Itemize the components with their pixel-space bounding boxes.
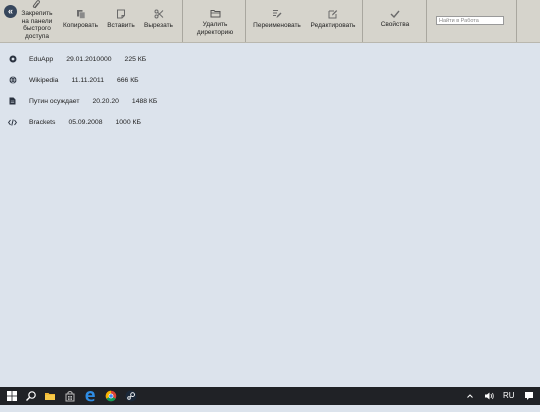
paste-button[interactable]: Вставить [103, 0, 139, 42]
file-size: 1000 КБ [115, 118, 141, 126]
windows-start-icon[interactable] [6, 390, 18, 402]
file-date: 05.09.2008 [68, 118, 103, 126]
copy-label: Копировать [63, 22, 98, 29]
file-size: 1488 КБ [131, 97, 158, 105]
file-row-eduapp[interactable]: EduApp 29.01.2010000 225 КБ [8, 52, 146, 66]
edit-button[interactable]: Редактировать [307, 0, 359, 42]
search-icon[interactable] [25, 390, 37, 402]
folder-icon [210, 10, 220, 18]
double-chevron-left-icon: « [7, 6, 13, 16]
store-icon[interactable] [64, 390, 76, 402]
rename-label: Переименовать [253, 22, 301, 29]
chevron-up-icon [467, 394, 473, 398]
toolbar-separator [426, 0, 427, 42]
steam-icon[interactable] [125, 390, 137, 402]
file-name: EduApp [29, 55, 54, 63]
search-input[interactable] [436, 16, 504, 25]
scissors-icon [154, 9, 163, 19]
speaker-icon [485, 392, 494, 400]
document-icon [8, 97, 17, 106]
rename-icon [273, 10, 282, 18]
file-date: 20.20.20 [92, 97, 119, 105]
paste-label: Вставить [107, 22, 135, 29]
properties-button[interactable]: Свойства [370, 0, 420, 42]
back-button[interactable]: « [4, 5, 17, 18]
properties-label: Свойства [380, 21, 410, 28]
app-circle-icon [8, 55, 17, 64]
paperclip-icon [32, 0, 40, 9]
globe-icon [8, 76, 17, 85]
cut-button[interactable]: Вырезать [140, 0, 177, 42]
file-size: 225 КБ [124, 55, 147, 63]
file-explorer-icon[interactable] [44, 390, 56, 402]
language-indicator[interactable]: RU [503, 387, 515, 405]
cut-label: Вырезать [144, 22, 173, 29]
toolbar-separator [362, 0, 363, 42]
copy-button[interactable]: Копировать [59, 0, 102, 42]
code-icon [8, 118, 17, 127]
toolbar: « Закрепить на панели быстрого доступа К… [0, 0, 540, 43]
rename-button[interactable]: Переименовать [250, 0, 304, 42]
file-date: 29.01.2010000 [66, 55, 112, 63]
show-hidden-icons-button[interactable] [466, 387, 474, 405]
edit-icon [328, 10, 338, 19]
edge-browser-icon[interactable] [84, 390, 96, 402]
pin-label: Закрепить на панели быстрого доступа [21, 10, 53, 40]
copy-icon [76, 10, 85, 19]
file-name: Путин осуждает [29, 97, 80, 105]
checkmark-icon [390, 10, 400, 18]
volume-button[interactable] [484, 387, 495, 405]
toolbar-separator [245, 0, 246, 42]
notification-icon [525, 392, 533, 400]
file-size: 666 КБ [116, 76, 139, 84]
file-name: Wikipedia [29, 76, 59, 84]
toolbar-separator [516, 0, 517, 42]
chrome-browser-icon[interactable] [105, 390, 117, 402]
pin-quick-access-button[interactable]: Закрепить на панели быстрого доступа [17, 0, 57, 42]
edit-label: Редактировать [310, 22, 356, 29]
delete-directory-label: Удалить директорию [196, 21, 234, 36]
delete-directory-button[interactable]: Удалить директорию [190, 0, 240, 42]
paste-icon [117, 9, 125, 19]
toolbar-separator [182, 0, 183, 42]
taskbar: RU [0, 387, 540, 405]
file-row-wikipedia[interactable]: Wikipedia 11.11.2011 666 КБ [8, 73, 139, 87]
notifications-button[interactable] [524, 387, 534, 405]
file-row-putin[interactable]: Путин осуждает 20.20.20 1488 КБ [8, 94, 157, 108]
file-date: 11.11.2011 [71, 76, 104, 84]
file-name: Brackets [29, 118, 56, 126]
file-row-brackets[interactable]: Brackets 05.09.2008 1000 КБ [8, 115, 141, 129]
